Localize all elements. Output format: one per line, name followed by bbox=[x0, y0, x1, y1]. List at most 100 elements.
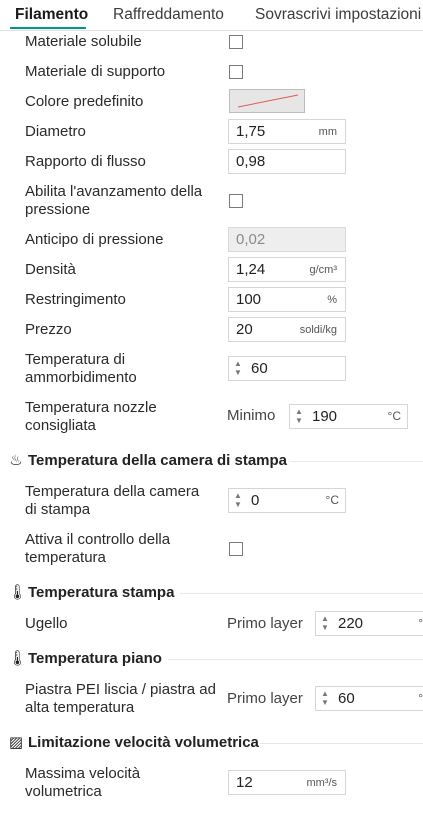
pei-first-layer-value: 60 bbox=[338, 690, 355, 707]
nozzle-temp-label-line1: Temperatura nozzle bbox=[25, 399, 157, 416]
soluble-material-checkbox[interactable] bbox=[229, 35, 243, 49]
flow-ratio-value: 0,98 bbox=[236, 153, 266, 170]
section-divider bbox=[260, 743, 423, 744]
max-volumetric-speed-field[interactable]: 12 mm³/s bbox=[228, 770, 346, 795]
tab-sovrascrivi-impostazioni[interactable]: Sovrascrivi impostazioni bbox=[255, 6, 421, 24]
pei-plate-label-line2: alta temperatura bbox=[25, 699, 135, 716]
diameter-value: 1,75 bbox=[236, 123, 266, 140]
chamber-temp-unit: °C bbox=[325, 493, 339, 507]
diameter-unit: mm bbox=[318, 126, 337, 138]
nozzle-temp-arrows[interactable]: ▲ ▼ bbox=[293, 407, 305, 427]
chamber-control-label-line1: Attiva il controllo della bbox=[25, 531, 171, 548]
chevron-up-icon[interactable]: ▲ bbox=[319, 689, 331, 698]
pressure-advance-enable-label-line2: pressione bbox=[25, 201, 91, 218]
heat-waves-icon: ♨ bbox=[9, 452, 23, 469]
pressure-advance-enable-checkbox[interactable] bbox=[229, 194, 243, 208]
flow-ratio-field[interactable]: 0,98 bbox=[228, 149, 346, 174]
chamber-control-checkbox[interactable] bbox=[229, 542, 243, 556]
max-volumetric-speed-unit: mm³/s bbox=[306, 777, 337, 789]
chamber-temp-label-line1: Temperatura della camera bbox=[25, 483, 200, 500]
price-unit: soldi/kg bbox=[299, 324, 337, 336]
section-chamber-temp-title: ♨ Temperatura della camera di stampa bbox=[8, 451, 287, 469]
support-material-label: Materiale di supporto bbox=[25, 63, 166, 80]
section-print-temp-text: Temperatura stampa bbox=[28, 584, 175, 601]
max-volumetric-speed-label: Massima velocità volumetrica bbox=[25, 765, 140, 801]
section-print-temp-title: 🌡Temperatura stampa bbox=[8, 583, 174, 601]
default-color-swatch[interactable] bbox=[229, 89, 305, 113]
pei-first-layer-arrows[interactable]: ▲ ▼ bbox=[319, 689, 331, 709]
softening-temp-label: Temperatura di ammorbidimento bbox=[25, 351, 137, 387]
softening-temp-spinner[interactable]: ▲ ▼ 60 bbox=[228, 356, 346, 381]
shrinkage-unit: % bbox=[327, 294, 337, 306]
nozzle-first-layer-spinner[interactable]: ▲ ▼ 220 ° bbox=[315, 611, 423, 636]
max-volumetric-speed-value: 12 bbox=[236, 774, 253, 791]
shrinkage-field[interactable]: 100 % bbox=[228, 287, 346, 312]
chevron-up-icon[interactable]: ▲ bbox=[293, 407, 305, 416]
pei-plate-label: Piastra PEI liscia / piastra ad alta tem… bbox=[25, 681, 216, 717]
nozzle-temp-label: Temperatura nozzle consigliata bbox=[25, 399, 157, 435]
chevron-up-icon[interactable]: ▲ bbox=[232, 359, 244, 368]
chevron-down-icon[interactable]: ▼ bbox=[293, 416, 305, 425]
section-volumetric-title: ▨ Limitazione velocità volumetrica bbox=[8, 733, 259, 751]
support-material-checkbox[interactable] bbox=[229, 65, 243, 79]
pei-first-layer-unit: ° bbox=[418, 691, 423, 705]
density-value: 1,24 bbox=[236, 261, 266, 278]
price-label: Prezzo bbox=[25, 321, 72, 338]
nozzle-first-layer-label: Primo layer bbox=[227, 615, 303, 632]
chevron-down-icon[interactable]: ▼ bbox=[319, 698, 331, 707]
chevron-down-icon[interactable]: ▼ bbox=[319, 623, 331, 632]
pei-first-layer-label: Primo layer bbox=[227, 690, 303, 707]
speed-limit-icon: ▨ bbox=[8, 734, 24, 751]
density-field[interactable]: 1,24 g/cm³ bbox=[228, 257, 346, 282]
chevron-down-icon[interactable]: ▼ bbox=[232, 500, 244, 509]
chamber-temp-arrows[interactable]: ▲ ▼ bbox=[232, 491, 244, 511]
pei-first-layer-spinner[interactable]: ▲ ▼ 60 ° bbox=[315, 686, 423, 711]
nozzle-temp-min-label: Minimo bbox=[227, 407, 276, 424]
pressure-advance-field: 0,02 bbox=[228, 227, 346, 252]
density-label: Densità bbox=[25, 261, 76, 278]
flow-ratio-label: Rapporto di flusso bbox=[25, 153, 146, 170]
tab-filamento[interactable]: Filamento bbox=[15, 6, 88, 24]
diameter-label: Diametro bbox=[25, 123, 86, 140]
section-volumetric-text: Limitazione velocità volumetrica bbox=[28, 734, 259, 751]
pei-plate-label-line1: Piastra PEI liscia / piastra ad bbox=[25, 681, 216, 698]
price-field[interactable]: 20 soldi/kg bbox=[228, 317, 346, 342]
diameter-field[interactable]: 1,75 mm bbox=[228, 119, 346, 144]
pressure-advance-enable-label: Abilita l'avanzamento della pressione bbox=[25, 183, 202, 219]
softening-temp-label-line2: ammorbidimento bbox=[25, 369, 137, 386]
chevron-up-icon[interactable]: ▲ bbox=[232, 491, 244, 500]
default-color-label: Colore predefinito bbox=[25, 93, 144, 110]
nozzle-temp-min-spinner[interactable]: ▲ ▼ 190 °C bbox=[289, 404, 408, 429]
color-swatch-line bbox=[237, 94, 299, 108]
nozzle-temp-label-line2: consigliata bbox=[25, 417, 96, 434]
chamber-control-label-line2: temperatura bbox=[25, 549, 106, 566]
softening-temp-arrows[interactable]: ▲ ▼ bbox=[232, 359, 244, 379]
section-chamber-temp-text: Temperatura della camera di stampa bbox=[28, 452, 287, 469]
chamber-temp-spinner[interactable]: ▲ ▼ 0 °C bbox=[228, 488, 346, 513]
section-divider bbox=[290, 461, 423, 462]
tab-raffreddamento[interactable]: Raffreddamento bbox=[113, 6, 224, 24]
pressure-advance-label: Anticipo di pressione bbox=[25, 231, 164, 248]
section-divider bbox=[180, 593, 423, 594]
nozzle-label: Ugello bbox=[25, 615, 68, 632]
chevron-up-icon[interactable]: ▲ bbox=[319, 614, 331, 623]
section-divider bbox=[168, 659, 423, 660]
softening-temp-label-line1: Temperatura di bbox=[25, 351, 126, 368]
thermometer-icon: 🌡 bbox=[8, 650, 28, 667]
shrinkage-value: 100 bbox=[236, 291, 262, 308]
nozzle-temp-min-unit: °C bbox=[387, 409, 401, 423]
section-bed-temp-title: 🌡Temperatura piano bbox=[8, 649, 162, 667]
chamber-temp-value: 0 bbox=[251, 492, 260, 509]
max-volumetric-speed-label-line1: Massima velocità bbox=[25, 765, 141, 782]
nozzle-first-layer-arrows[interactable]: ▲ ▼ bbox=[319, 614, 331, 634]
chevron-down-icon[interactable]: ▼ bbox=[232, 368, 244, 377]
pressure-advance-enable-label-line1: Abilita l'avanzamento della bbox=[25, 183, 203, 200]
shrinkage-label: Restringimento bbox=[25, 291, 126, 308]
soluble-material-label: Materiale solubile bbox=[25, 33, 142, 50]
softening-temp-value: 60 bbox=[251, 360, 268, 377]
nozzle-temp-min-value: 190 bbox=[312, 408, 338, 425]
chamber-temp-label-line2: di stampa bbox=[25, 501, 91, 518]
max-volumetric-speed-label-line2: volumetrica bbox=[25, 783, 102, 800]
thermometer-icon: 🌡 bbox=[8, 584, 28, 601]
pressure-advance-value: 0,02 bbox=[236, 231, 266, 248]
